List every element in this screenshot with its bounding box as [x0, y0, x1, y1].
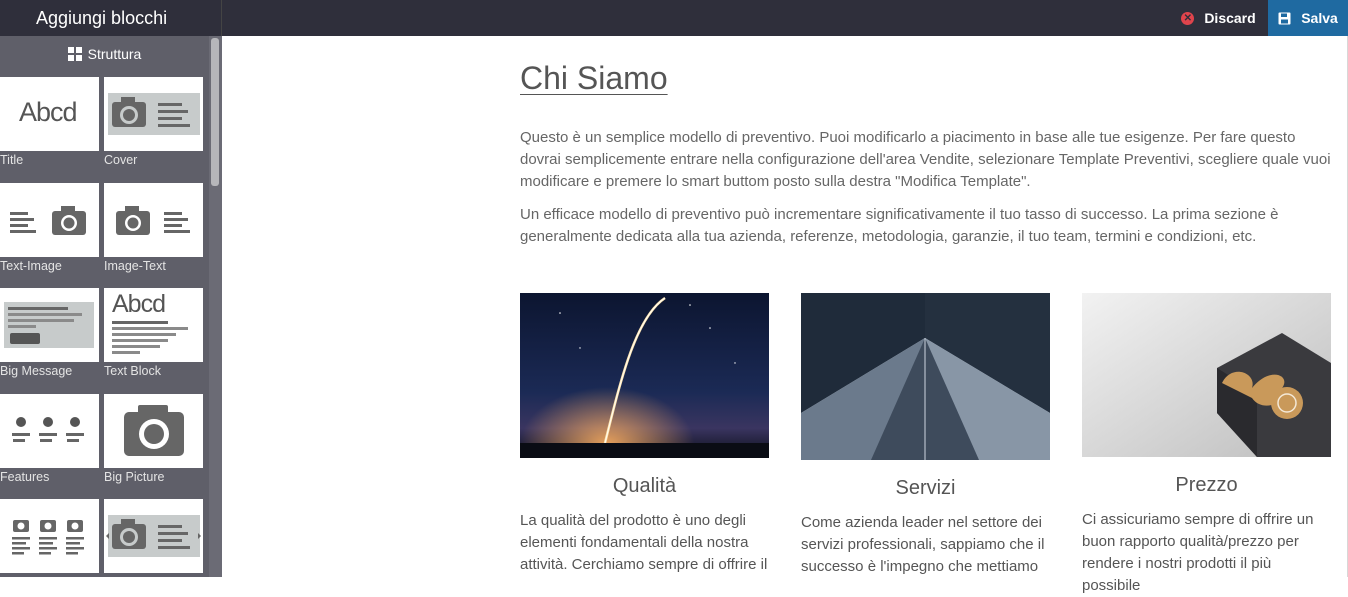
feature-column-quality: Qualità La qualità del prodotto è uno de…: [520, 293, 769, 576]
block-text-image[interactable]: Text-Image: [0, 183, 99, 273]
block-label: Big Message: [0, 364, 73, 378]
feature-column-price: Prezzo Ci assicuriamo sempre di offrire …: [1082, 293, 1331, 597]
block-text-block[interactable]: Abcd Text Block: [104, 288, 203, 378]
block-thumbnail: [0, 183, 99, 257]
intro-paragraph[interactable]: Un efficace modello di preventivo può in…: [520, 204, 1340, 248]
features-icon: [12, 417, 84, 442]
gift-box-image[interactable]: [1082, 293, 1331, 457]
block-label: Big Picture: [104, 470, 165, 484]
scrollbar-thumb[interactable]: [211, 38, 219, 186]
block-thumbnail: [104, 183, 203, 257]
divider: [221, 0, 222, 36]
block-big-message[interactable]: Big Message: [0, 288, 99, 378]
block-big-picture[interactable]: Big Picture: [104, 394, 203, 484]
block-thumbnail: [104, 77, 203, 151]
title-text-icon: Abcd: [19, 97, 78, 127]
grid-icon: [67, 47, 82, 61]
discard-button[interactable]: ✕ Discard: [1170, 0, 1267, 36]
save-button[interactable]: Salva: [1268, 0, 1348, 36]
block-label: Image-Text: [104, 259, 166, 273]
panel-title: Aggiungi blocchi: [36, 8, 168, 28]
block-thumbnail: Abcd: [0, 77, 99, 151]
column-heading[interactable]: Servizi: [801, 477, 1050, 500]
block-thumbnail: [0, 499, 99, 573]
block-label: Text Block: [104, 364, 161, 378]
block-image-text[interactable]: Image-Text: [104, 183, 203, 273]
feature-column-services: Servizi Come azienda leader nel settore …: [801, 293, 1050, 578]
block-thumbnail: Abcd: [104, 288, 203, 362]
camera-icon: [124, 405, 184, 456]
block-carousel[interactable]: [104, 499, 203, 575]
save-label: Salva: [1301, 10, 1338, 26]
big-message-icon: [4, 302, 94, 348]
column-text[interactable]: La qualità del prodotto è uno degli elem…: [520, 510, 769, 576]
block-label: Features: [0, 470, 50, 484]
block-thumbnail: [0, 288, 99, 362]
top-bar: Aggiungi blocchi ✕ Discard Salva: [0, 0, 1348, 36]
building-image[interactable]: [801, 293, 1050, 460]
intro-paragraph[interactable]: Questo è un semplice modello di preventi…: [520, 127, 1340, 193]
block-thumbnail: [0, 394, 99, 468]
block-label: Title: [0, 153, 24, 167]
column-heading[interactable]: Prezzo: [1082, 474, 1331, 497]
structure-label: Struttura: [87, 46, 142, 62]
block-thumbnail: [104, 394, 203, 468]
column-text[interactable]: Come azienda leader nel settore dei serv…: [801, 512, 1050, 578]
close-circle-icon: ✕: [1181, 11, 1195, 25]
discard-label: Discard: [1204, 10, 1256, 26]
structure-header: Struttura: [0, 36, 209, 72]
block-thumbnail: [104, 499, 203, 573]
block-title[interactable]: Abcd Title: [0, 77, 99, 167]
image-text-icon: [116, 206, 190, 235]
block-label: Text-Image: [0, 259, 62, 273]
text-lines-icon: [112, 321, 188, 354]
page-title[interactable]: Chi Siamo: [520, 60, 668, 97]
carousel-icon: [106, 515, 201, 557]
block-features[interactable]: Features: [0, 394, 99, 484]
cover-icon: [108, 93, 200, 135]
floppy-disk-icon: [1278, 12, 1291, 24]
column-heading[interactable]: Qualità: [520, 475, 769, 498]
block-cover[interactable]: Cover: [104, 77, 203, 167]
block-label: Cover: [104, 153, 138, 167]
rocket-launch-image[interactable]: [520, 293, 769, 458]
block-three-columns[interactable]: [0, 499, 99, 575]
three-columns-icon: [12, 520, 84, 555]
text-image-icon: [10, 206, 86, 235]
blocks-sidebar: Struttura Abcd Title Cover Text-Image Im…: [0, 36, 209, 577]
column-text[interactable]: Ci assicuriamo sempre di offrire un buon…: [1082, 509, 1331, 597]
